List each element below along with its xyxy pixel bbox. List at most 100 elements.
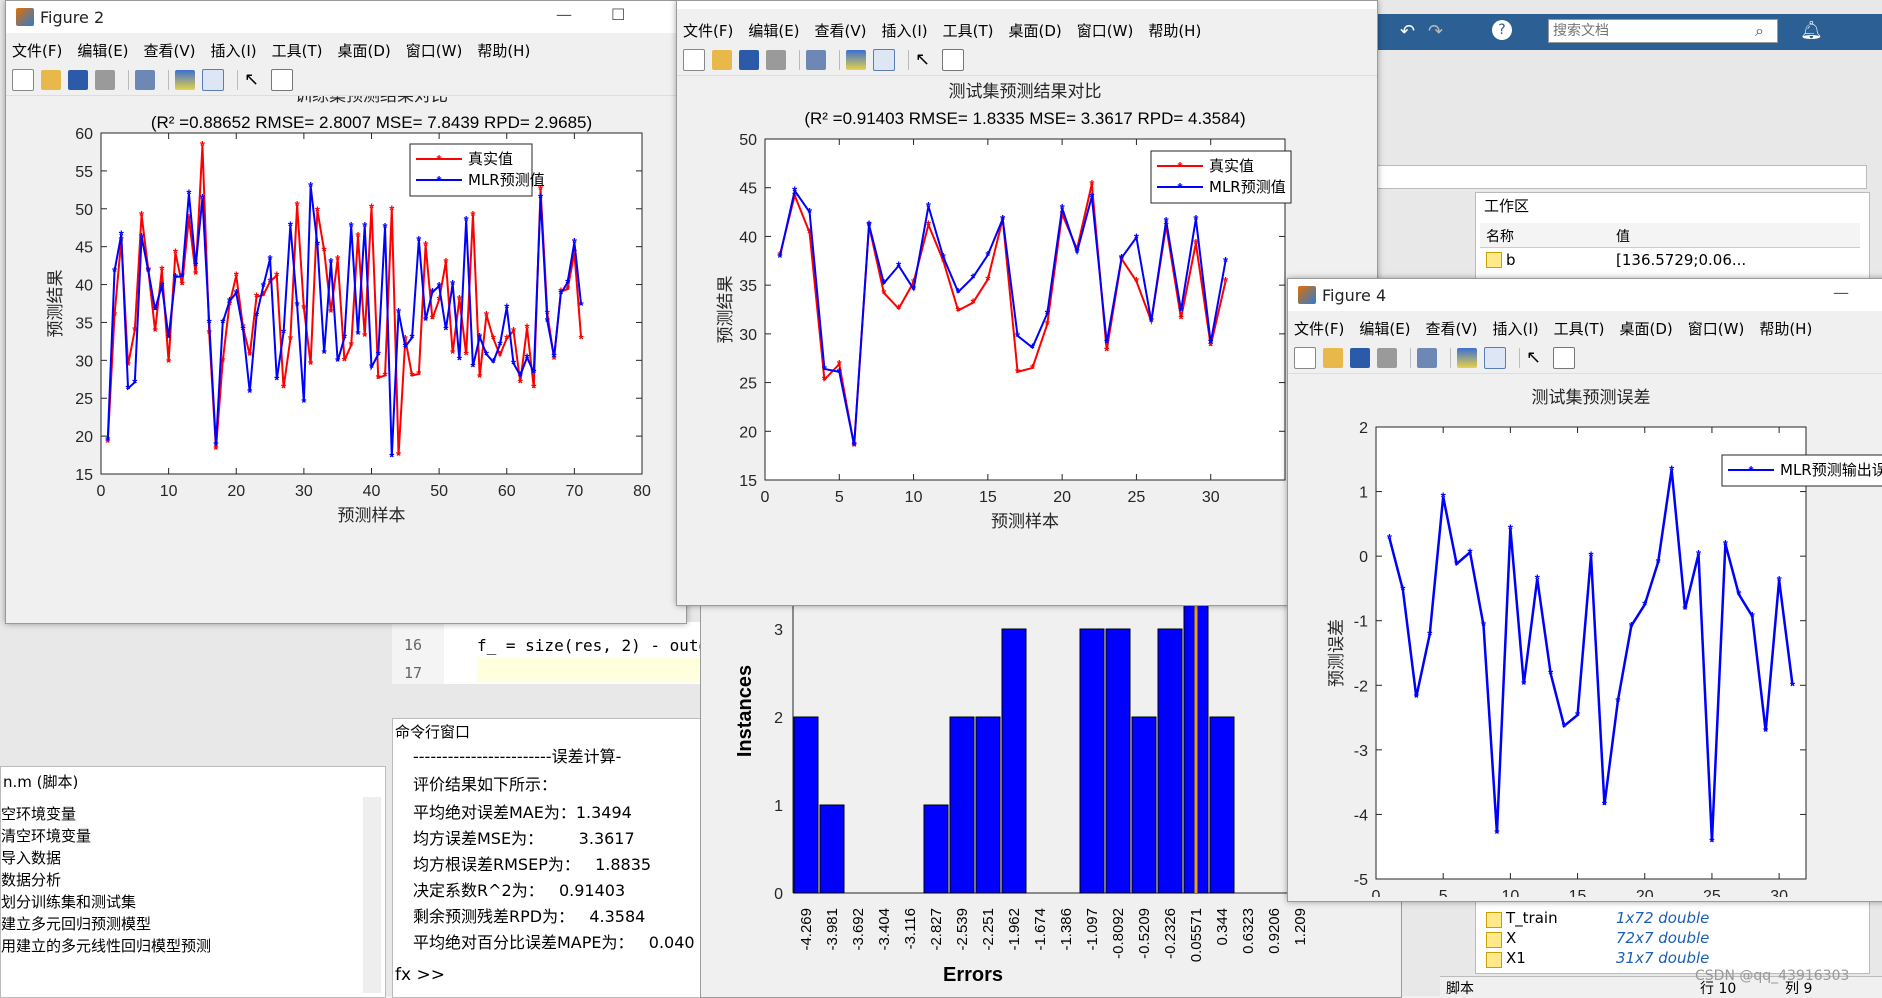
pointer-icon[interactable]: ↖ xyxy=(915,50,935,70)
menu-tools[interactable]: 工具(T) xyxy=(1554,318,1605,339)
search-docs-input[interactable] xyxy=(1548,19,1778,43)
x-tick-label: -1.097 xyxy=(1084,908,1101,951)
open-file-icon[interactable] xyxy=(41,70,61,90)
command-prompt[interactable]: fx >> xyxy=(395,965,445,985)
x-tick-label: 40 xyxy=(363,483,381,500)
workspace-row-x1[interactable]: X1 31x7 double xyxy=(1480,949,1860,969)
legend-icon[interactable] xyxy=(1484,347,1506,369)
link-plot-icon[interactable] xyxy=(1417,348,1437,368)
y-tick-label: 40 xyxy=(739,229,757,246)
y-tick-label: 20 xyxy=(739,424,757,441)
editor-line[interactable]: f_ = size(res, 2) - outdi xyxy=(477,636,718,655)
cmd-line: 评价结果如下所示： xyxy=(413,775,558,794)
figure2-chart: 0 10 20 30 40 50 60 70 80 15 20 25 30 35 40 45 50 55 60 训练集… xyxy=(46,96,651,526)
open-file-icon[interactable] xyxy=(712,50,732,70)
minimize-button[interactable]: — xyxy=(1833,283,1849,302)
workspace-row-x[interactable]: X 72x7 double xyxy=(1480,929,1860,949)
file-details-scrollbar[interactable] xyxy=(363,797,381,993)
menu-file[interactable]: 文件(F) xyxy=(12,40,62,61)
section-item[interactable]: 空环境变量 xyxy=(1,803,211,825)
path-bar[interactable] xyxy=(1375,165,1867,189)
save-icon[interactable] xyxy=(68,70,88,90)
colorbar-icon[interactable] xyxy=(1457,348,1477,368)
x-tick-label: 60 xyxy=(498,483,516,500)
link-plot-icon[interactable] xyxy=(135,70,155,90)
section-item[interactable]: 数据分析 xyxy=(1,869,211,891)
menu-view[interactable]: 查看(V) xyxy=(815,20,867,41)
x-tick-label: 25 xyxy=(1703,888,1721,897)
y-tick-label: 40 xyxy=(75,278,93,295)
y-tick-label: 50 xyxy=(75,202,93,219)
open-file-icon[interactable] xyxy=(1323,348,1343,368)
col-name-header[interactable]: 名称 xyxy=(1486,226,1514,246)
help-icon[interactable]: ? xyxy=(1492,20,1512,40)
section-item[interactable]: 划分训练集和测试集 xyxy=(1,891,211,913)
y-tick-label: 15 xyxy=(739,473,757,490)
property-editor-icon[interactable] xyxy=(942,49,964,71)
print-icon[interactable] xyxy=(95,70,115,90)
menu-window[interactable]: 窗口(W) xyxy=(1688,318,1745,339)
y-tick-label: 25 xyxy=(739,376,757,393)
menu-file[interactable]: 文件(F) xyxy=(1294,318,1344,339)
section-item[interactable]: 清空环境变量 xyxy=(1,825,211,847)
variable-icon xyxy=(1486,932,1502,948)
search-icon[interactable]: ⌕ xyxy=(1755,21,1764,41)
workspace-row-b[interactable]: b [136.5729;0.06... xyxy=(1480,249,1860,271)
menu-desktop[interactable]: 桌面(D) xyxy=(1620,318,1673,339)
menu-help[interactable]: 帮助(H) xyxy=(1759,318,1812,339)
menu-edit[interactable]: 编辑(E) xyxy=(748,20,799,41)
menu-insert[interactable]: 插入(I) xyxy=(882,20,928,41)
section-item[interactable]: 导入数据 xyxy=(1,847,211,869)
command-window[interactable]: 命令行窗口 ------------------------误差计算- 评价结果… xyxy=(392,718,704,998)
menu-help[interactable]: 帮助(H) xyxy=(477,40,530,61)
maximize-button[interactable]: ☐ xyxy=(611,5,625,24)
save-icon[interactable] xyxy=(739,50,759,70)
legend-icon[interactable] xyxy=(202,69,224,91)
pointer-icon[interactable]: ↖ xyxy=(1526,348,1546,368)
menu-tools[interactable]: 工具(T) xyxy=(943,20,994,41)
save-icon[interactable] xyxy=(1350,348,1370,368)
menu-view[interactable]: 查看(V) xyxy=(144,40,196,61)
menu-desktop[interactable]: 桌面(D) xyxy=(338,40,391,61)
link-plot-icon[interactable] xyxy=(806,50,826,70)
histogram-bar xyxy=(1131,716,1157,894)
property-editor-icon[interactable] xyxy=(271,69,293,91)
menu-insert[interactable]: 插入(I) xyxy=(211,40,257,61)
print-icon[interactable] xyxy=(1377,348,1397,368)
workspace-row-t-train[interactable]: T_train 1x72 double xyxy=(1480,909,1860,929)
legend-label: MLR预测值 xyxy=(468,171,545,189)
workspace-header: 名称 值 xyxy=(1480,223,1860,248)
file-details-header[interactable]: n.m (脚本) xyxy=(3,771,78,792)
new-figure-icon[interactable] xyxy=(683,49,705,71)
menu-view[interactable]: 查看(V) xyxy=(1426,318,1478,339)
section-item[interactable]: 建立多元回归预测模型 xyxy=(1,913,211,935)
menu-file[interactable]: 文件(F) xyxy=(683,20,733,41)
new-figure-icon[interactable] xyxy=(12,69,34,91)
menu-help[interactable]: 帮助(H) xyxy=(1148,20,1201,41)
menu-window[interactable]: 窗口(W) xyxy=(1077,20,1134,41)
menu-window[interactable]: 窗口(W) xyxy=(406,40,463,61)
figure4-menubar: 文件(F) 编辑(E) 查看(V) 插入(I) 工具(T) 桌面(D) 窗口(W… xyxy=(1288,315,1882,341)
property-editor-icon[interactable] xyxy=(1553,347,1575,369)
variable-value: 1x72 double xyxy=(1616,909,1710,927)
section-item[interactable]: 用建立的多元线性回归模型预测 xyxy=(1,935,211,957)
minimize-button[interactable]: — xyxy=(556,5,572,24)
col-value-header[interactable]: 值 xyxy=(1616,226,1630,246)
print-icon[interactable] xyxy=(766,50,786,70)
menu-desktop[interactable]: 桌面(D) xyxy=(1009,20,1062,41)
new-figure-icon[interactable] xyxy=(1294,347,1316,369)
editor-scrollbar[interactable] xyxy=(392,688,702,706)
legend-icon[interactable] xyxy=(873,49,895,71)
menu-edit[interactable]: 编辑(E) xyxy=(77,40,128,61)
colorbar-icon[interactable] xyxy=(175,70,195,90)
histogram-bar xyxy=(1105,628,1131,894)
figure2-toolbar: ↖ xyxy=(6,65,686,96)
menu-insert[interactable]: 插入(I) xyxy=(1493,318,1539,339)
undo-icon[interactable]: ↶ xyxy=(1400,21,1420,42)
bell-icon[interactable]: 🔔︎ xyxy=(1800,20,1823,41)
pointer-icon[interactable]: ↖ xyxy=(244,70,264,90)
menu-tools[interactable]: 工具(T) xyxy=(272,40,323,61)
colorbar-icon[interactable] xyxy=(846,50,866,70)
menu-edit[interactable]: 编辑(E) xyxy=(1359,318,1410,339)
redo-icon[interactable]: ↷ xyxy=(1428,21,1448,42)
